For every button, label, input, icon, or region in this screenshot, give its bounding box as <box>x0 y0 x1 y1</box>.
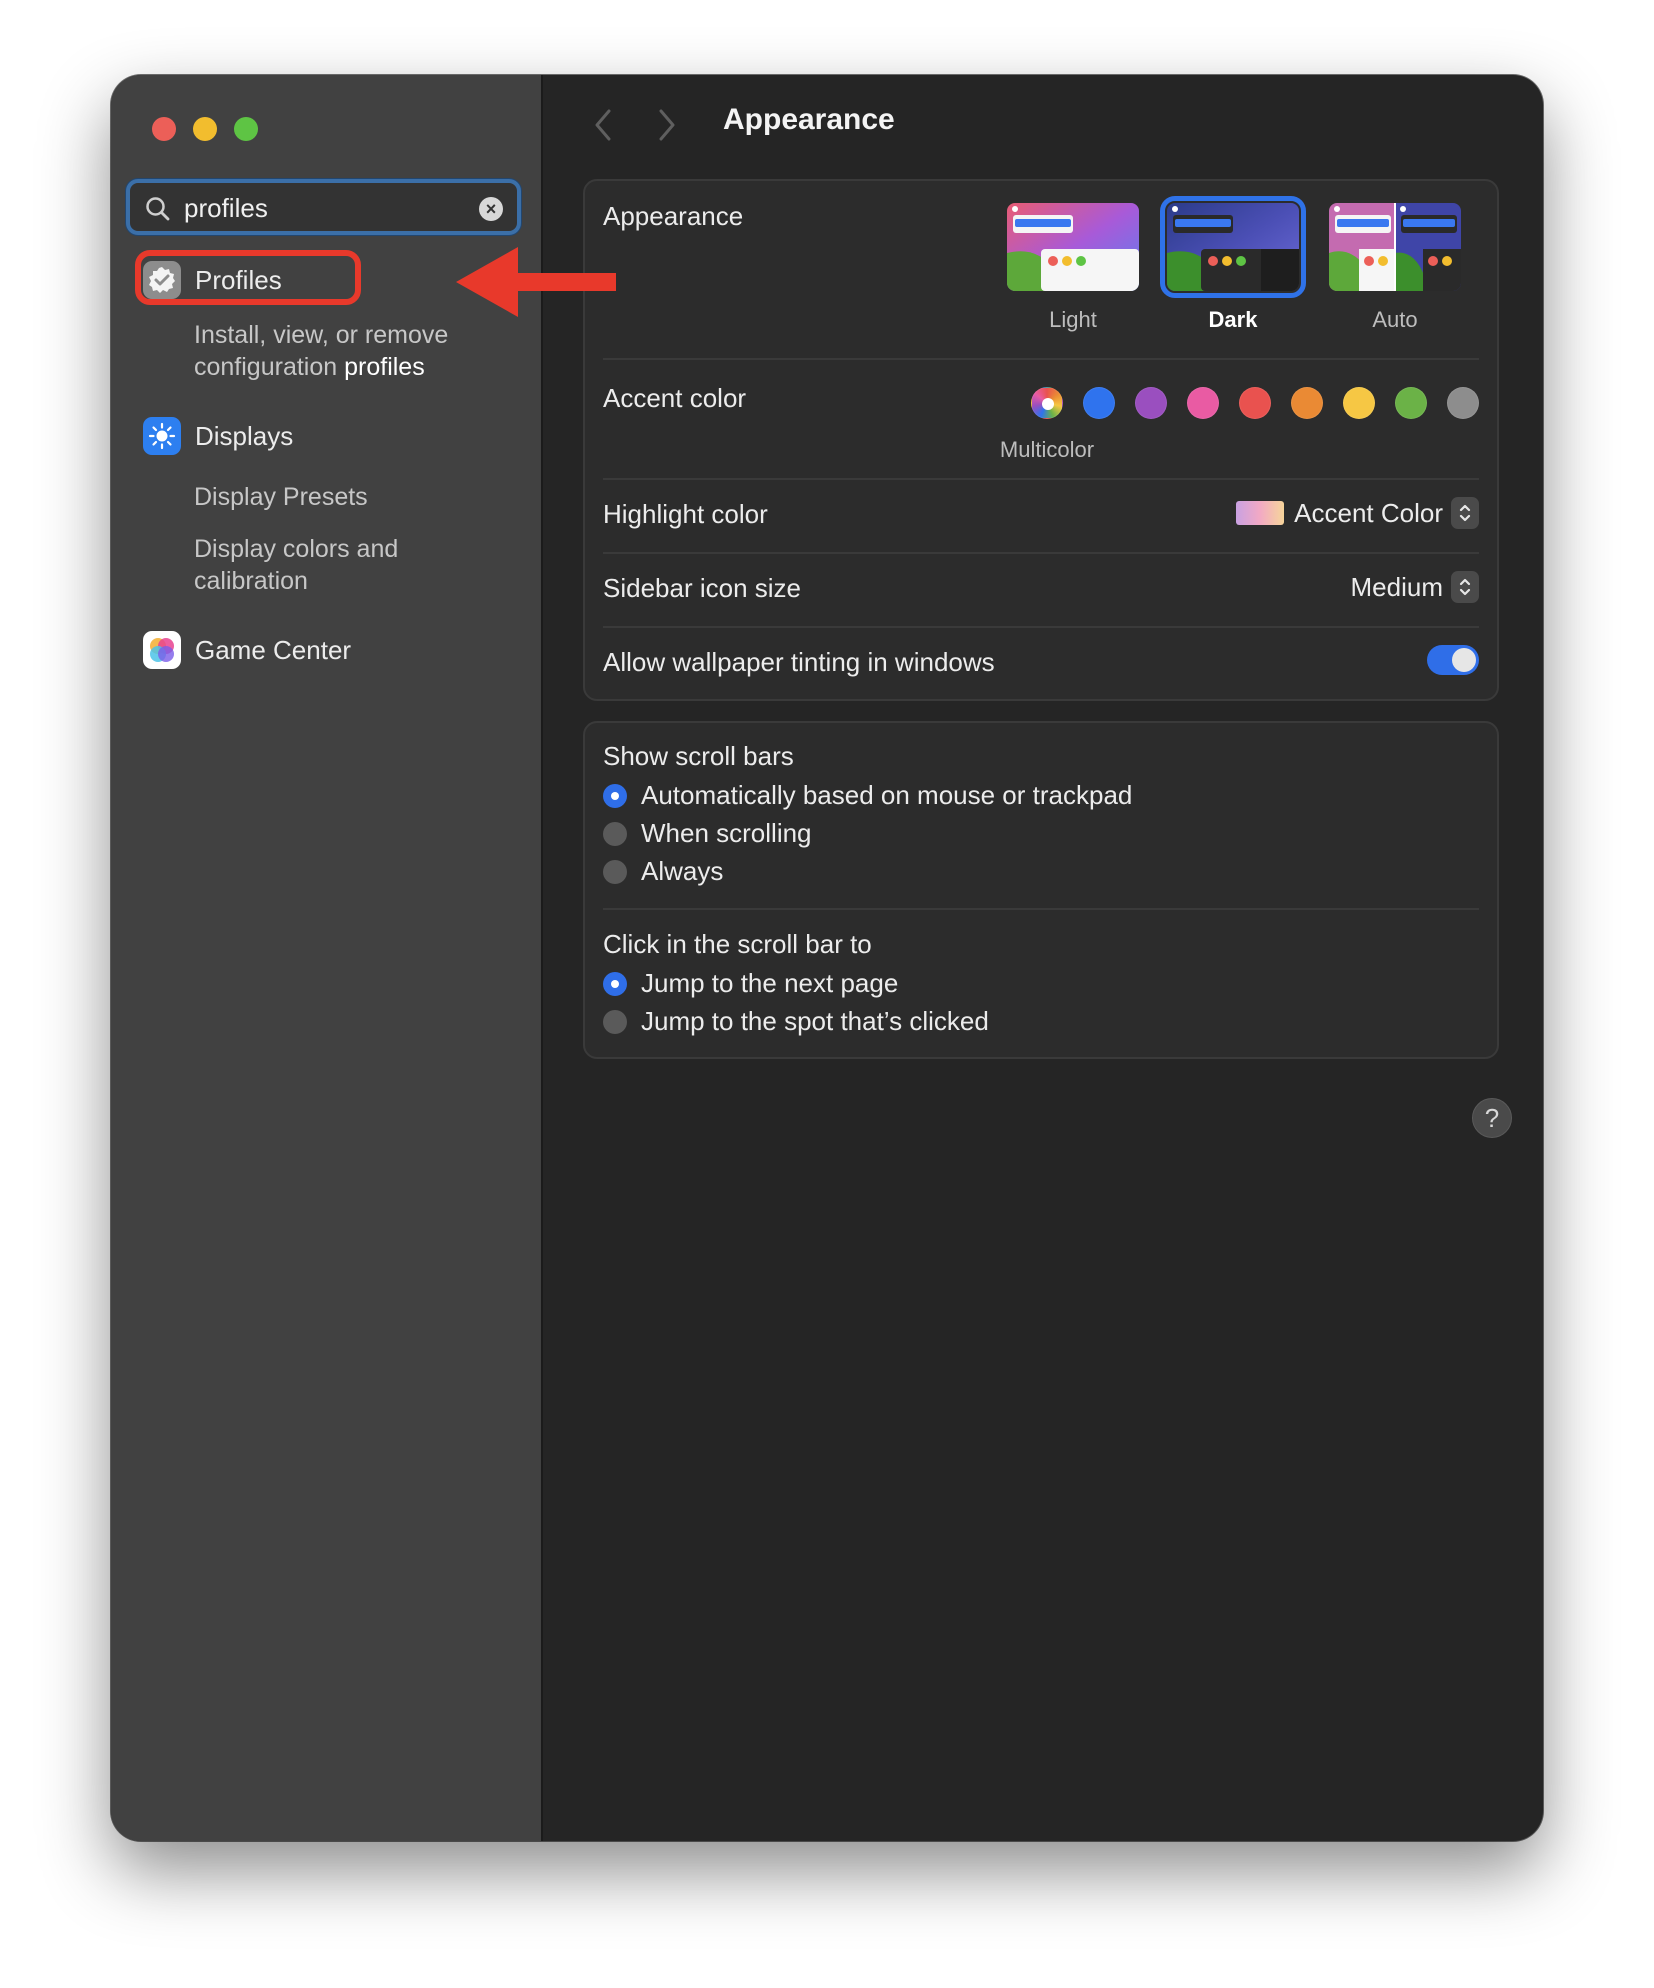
sidebar-item-displays[interactable]: Displays <box>143 417 293 455</box>
highlight-color-select[interactable]: Accent Color <box>1236 497 1479 529</box>
accent-swatch-orange[interactable] <box>1291 387 1323 419</box>
theme-option-auto[interactable]: Auto <box>1327 203 1463 333</box>
sidebar-icon-size-label: Sidebar icon size <box>603 573 801 603</box>
sidebar-subitem-display-colors[interactable]: Display colors and calibration <box>194 533 434 597</box>
accent-swatch-multicolor[interactable] <box>1031 387 1063 419</box>
accent-color-label: Accent color <box>603 383 747 413</box>
radio-scroll-automatic[interactable]: Automatically based on mouse or trackpad <box>603 780 1132 811</box>
sidebar: × Profiles Install, view, or remove conf… <box>111 75 543 1841</box>
toggle-knob <box>1452 648 1476 672</box>
accent-swatch-yellow[interactable] <box>1343 387 1375 419</box>
page-title: Appearance <box>723 103 895 136</box>
wallpaper-tinting-label: Allow wallpaper tinting in windows <box>603 647 995 677</box>
auto-theme-thumbnail <box>1329 203 1461 291</box>
radio-label: When scrolling <box>641 818 812 848</box>
clear-search-icon[interactable]: × <box>479 197 503 221</box>
radio-button-selected[interactable] <box>603 971 627 996</box>
accent-swatch-pink[interactable] <box>1187 387 1219 419</box>
displays-icon <box>143 417 181 455</box>
help-button[interactable]: ? <box>1472 1098 1512 1138</box>
theme-caption: Auto <box>1372 307 1418 332</box>
main-content: Appearance Appearance Light Dark Auto Ac… <box>543 75 1543 1841</box>
divider <box>603 908 1479 910</box>
divider <box>603 552 1479 554</box>
appearance-panel: Appearance Light Dark Auto Accent color … <box>583 179 1499 701</box>
scroll-bars-panel: Show scroll bars Automatically based on … <box>583 721 1499 1059</box>
radio-jump-to-spot[interactable]: Jump to the spot that’s clicked <box>603 1006 989 1037</box>
annotation-arrow-icon <box>456 247 616 317</box>
divider <box>603 626 1479 628</box>
radio-jump-next-page[interactable]: Jump to the next page <box>603 968 898 999</box>
forward-arrow-icon[interactable] <box>655 107 679 143</box>
appearance-label: Appearance <box>603 201 744 231</box>
sidebar-icon-size-select[interactable]: Medium <box>1351 571 1479 603</box>
light-theme-thumbnail <box>1007 203 1139 291</box>
radio-button[interactable] <box>603 1009 627 1034</box>
radio-button[interactable] <box>603 859 627 884</box>
chevron-up-down-icon <box>1451 497 1479 529</box>
theme-caption: Dark <box>1208 307 1258 332</box>
selected-indicator <box>1042 398 1054 410</box>
wallpaper-tinting-toggle[interactable] <box>1427 645 1479 675</box>
show-scroll-bars-label: Show scroll bars <box>603 741 794 771</box>
accent-selected-name: Multicolor <box>999 437 1095 462</box>
radio-scroll-when-scrolling[interactable]: When scrolling <box>603 818 812 849</box>
accent-swatch-blue[interactable] <box>1083 387 1115 419</box>
zoom-window-button[interactable] <box>234 117 258 141</box>
settings-window: × Profiles Install, view, or remove conf… <box>111 75 1543 1841</box>
sidebar-icon-size-value: Medium <box>1350 571 1443 602</box>
profiles-description[interactable]: Install, view, or remove configuration p… <box>194 319 504 383</box>
sidebar-subitem-display-presets[interactable]: Display Presets <box>194 481 368 513</box>
theme-option-light[interactable]: Light <box>1005 203 1141 333</box>
highlight-color-label: Highlight color <box>603 499 768 529</box>
radio-label: Automatically based on mouse or trackpad <box>641 780 1133 810</box>
theme-option-dark[interactable]: Dark <box>1160 196 1306 333</box>
game-center-icon <box>143 631 181 669</box>
accent-swatch-green[interactable] <box>1395 387 1427 419</box>
search-match-text: profiles <box>344 353 425 381</box>
radio-label: Jump to the spot that’s clicked <box>641 1006 989 1036</box>
dark-theme-thumbnail <box>1160 196 1306 298</box>
divider <box>603 358 1479 360</box>
highlight-color-swatch <box>1236 501 1285 525</box>
radio-button-selected[interactable] <box>603 783 627 808</box>
search-icon <box>146 197 170 221</box>
sidebar-item-label: Game Center <box>195 634 352 665</box>
sidebar-item-label: Displays <box>195 420 294 451</box>
radio-scroll-always[interactable]: Always <box>603 856 723 887</box>
close-window-button[interactable] <box>152 117 176 141</box>
search-input[interactable] <box>182 190 476 226</box>
radio-label: Always <box>641 856 724 886</box>
radio-button[interactable] <box>603 821 627 846</box>
accent-swatch-red[interactable] <box>1239 387 1271 419</box>
sidebar-item-game-center[interactable]: Game Center <box>143 631 351 669</box>
traffic-lights <box>152 117 258 141</box>
divider <box>603 478 1479 480</box>
click-scroll-bar-label: Click in the scroll bar to <box>603 929 872 959</box>
back-arrow-icon[interactable] <box>591 107 615 143</box>
accent-swatch-graphite[interactable] <box>1447 387 1479 419</box>
radio-label: Jump to the next page <box>641 968 899 998</box>
search-field[interactable]: × <box>126 179 521 235</box>
theme-caption: Light <box>1049 307 1097 332</box>
highlight-color-value: Accent Color <box>1294 497 1443 528</box>
minimize-window-button[interactable] <box>193 117 217 141</box>
accent-swatch-purple[interactable] <box>1135 387 1167 419</box>
highlight-annotation <box>135 250 361 305</box>
chevron-up-down-icon <box>1451 571 1479 603</box>
